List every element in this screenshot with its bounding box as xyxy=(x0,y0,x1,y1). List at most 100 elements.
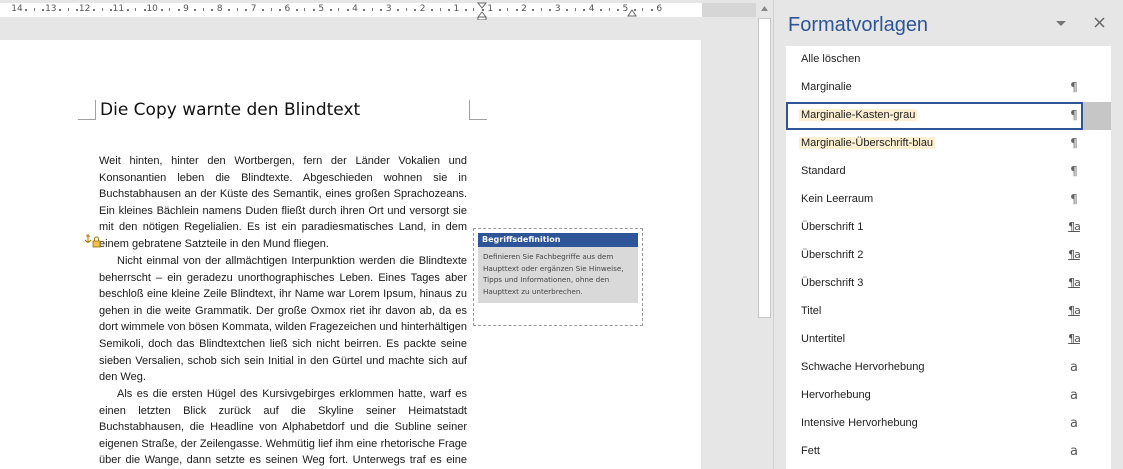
ruler-number: 4 xyxy=(588,4,595,14)
paragraph-2[interactable]: Nicht einmal von der allmächtigen Interp… xyxy=(99,253,467,386)
style-label: Standard xyxy=(801,165,846,177)
linked-style-icon: ¶a xyxy=(1068,248,1081,261)
ruler-dot xyxy=(397,9,400,11)
style-item-fett[interactable]: Fett a xyxy=(786,438,1111,466)
ruler-number: 4 xyxy=(352,4,358,14)
ruler-tick xyxy=(371,8,373,11)
ruler-number: 13 xyxy=(45,4,57,14)
ruler-tick xyxy=(101,8,103,11)
chevron-down-icon[interactable] xyxy=(1049,13,1073,33)
style-item-schwache-hervorhebung[interactable]: Schwache Hervorhebung a xyxy=(786,354,1111,382)
character-style-icon: a xyxy=(1070,416,1078,431)
ruler-number: 7 xyxy=(250,4,257,14)
right-indent-marker[interactable] xyxy=(627,9,637,18)
ruler-dot xyxy=(160,9,163,11)
ruler-dot xyxy=(650,9,653,11)
ruler-dot xyxy=(262,9,265,11)
ruler-number: 10 xyxy=(146,4,158,14)
ruler-dot xyxy=(414,9,417,11)
style-label: Kein Leerraum xyxy=(801,193,874,205)
linked-style-icon: ¶a xyxy=(1068,332,1081,345)
ruler-dot xyxy=(447,9,450,11)
close-icon[interactable] xyxy=(1089,13,1111,33)
scroll-up-arrow-icon[interactable] xyxy=(756,0,773,17)
style-item-ueberschrift-2[interactable]: Überschrift 2 ¶a xyxy=(786,242,1111,270)
paragraph-style-icon: ¶ xyxy=(1070,136,1078,150)
ruler-tick xyxy=(270,8,272,11)
ruler-strip xyxy=(0,3,702,17)
style-label: Überschrift 1 xyxy=(801,221,864,233)
ruler-tick xyxy=(304,8,306,11)
style-item-marginalie-ueberschrift-blau[interactable]: Marginalie-Überschrift-blau ¶ xyxy=(786,130,1111,158)
style-item-untertitel[interactable]: Untertitel ¶a xyxy=(786,326,1111,354)
ruler-dot xyxy=(515,9,518,11)
scrollbar-thumb[interactable] xyxy=(758,18,771,318)
horizontal-ruler[interactable]: 14 13 12 11 10 9 8 7 6 5 4 3 2 1 1 2 3 4 5 6 xyxy=(0,0,756,20)
ruler-dot xyxy=(109,9,112,11)
ruler-dot xyxy=(312,9,315,11)
ruler-tick xyxy=(574,8,576,11)
style-label: Überschrift 3 xyxy=(801,277,864,289)
paragraph-3[interactable]: Als es die ersten Hügel des Kursivgebirg… xyxy=(99,386,467,469)
styles-pane: Formatvorlagen Alle löschen Marginalie ¶… xyxy=(774,0,1123,469)
character-style-icon: a xyxy=(1070,444,1078,459)
ruler-number: 12 xyxy=(78,4,91,14)
ruler-dot xyxy=(566,9,569,11)
style-item-kein-leerraum[interactable]: Kein Leerraum ¶ xyxy=(786,186,1111,214)
linked-style-icon: ¶a xyxy=(1068,304,1081,317)
character-style-icon: a xyxy=(1070,360,1078,375)
ruler-dot xyxy=(600,9,603,11)
ruler-tick xyxy=(33,8,35,11)
paragraph-style-icon: ¶ xyxy=(1070,80,1078,94)
ruler-tick xyxy=(507,8,509,11)
ruler-number: 6 xyxy=(656,4,663,14)
style-label: Fett xyxy=(801,445,820,457)
style-item-intensive-hervorhebung[interactable]: Intensive Hervorhebung a xyxy=(786,410,1111,438)
sidebox-body: Definieren Sie Fachbegriffe aus dem Haup… xyxy=(478,247,638,303)
ruler-number: 1 xyxy=(487,4,494,14)
style-item-hervorhebung[interactable]: Hervorhebung a xyxy=(786,382,1111,410)
anchor-lock-icon[interactable] xyxy=(84,233,102,249)
ruler-dot xyxy=(59,9,62,11)
ruler-dot xyxy=(295,9,298,11)
ruler-number: 9 xyxy=(183,4,189,14)
first-line-indent-marker[interactable] xyxy=(477,2,487,20)
style-item-ueberschrift-1[interactable]: Überschrift 1 ¶a xyxy=(786,214,1111,242)
vertical-scrollbar[interactable] xyxy=(756,0,773,469)
document-heading[interactable]: Die Copy warnte den Blindtext xyxy=(100,100,360,120)
ruler-number: 11 xyxy=(112,4,125,14)
style-label: Titel xyxy=(801,305,822,317)
margin-corner-top-right xyxy=(469,100,487,120)
style-item-standard[interactable]: Standard ¶ xyxy=(786,158,1111,186)
ruler-dot xyxy=(245,9,248,11)
sidebar-textbox[interactable]: Begriffsdefinition Definieren Sie Fachbe… xyxy=(473,228,643,326)
style-label: Marginalie-Kasten-grau xyxy=(799,109,918,121)
style-label: Hervorhebung xyxy=(801,389,871,401)
ruler-number: 3 xyxy=(554,4,561,14)
style-item-marginalie-kasten-grau[interactable]: Marginalie-Kasten-grau ¶ xyxy=(786,102,1083,130)
ruler-number: 8 xyxy=(216,4,223,14)
style-item-titel[interactable]: Titel ¶a xyxy=(786,298,1111,326)
style-item-alle-loeschen[interactable]: Alle löschen xyxy=(786,46,1111,74)
linked-style-icon: ¶a xyxy=(1068,276,1081,289)
ruler-dot xyxy=(498,9,501,11)
ruler-dot xyxy=(532,9,535,11)
ruler-dot xyxy=(380,9,383,11)
paragraph-1[interactable]: Weit hinten, hinter den Wortbergen, fern… xyxy=(99,153,467,253)
style-list: Alle löschen Marginalie ¶ Marginalie-Kas… xyxy=(786,46,1111,469)
ruler-tick xyxy=(608,8,610,11)
ruler-dot xyxy=(363,9,366,11)
ruler-tick xyxy=(338,8,340,11)
style-item-marginalie[interactable]: Marginalie ¶ xyxy=(786,74,1111,102)
paragraph-style-icon: ¶ xyxy=(1070,164,1078,178)
character-style-icon: a xyxy=(1070,388,1078,403)
ruler-tick xyxy=(202,8,204,11)
ruler-tick xyxy=(169,8,171,11)
ruler-dot xyxy=(278,9,281,11)
style-item-ueberschrift-3[interactable]: Überschrift 3 ¶a xyxy=(786,270,1111,298)
ruler-dot xyxy=(228,9,231,11)
ruler-tick xyxy=(473,8,475,11)
ruler-number: 14 xyxy=(11,4,23,14)
style-label: Marginalie-Überschrift-blau xyxy=(799,137,936,149)
ruler-number: 1 xyxy=(453,4,460,14)
